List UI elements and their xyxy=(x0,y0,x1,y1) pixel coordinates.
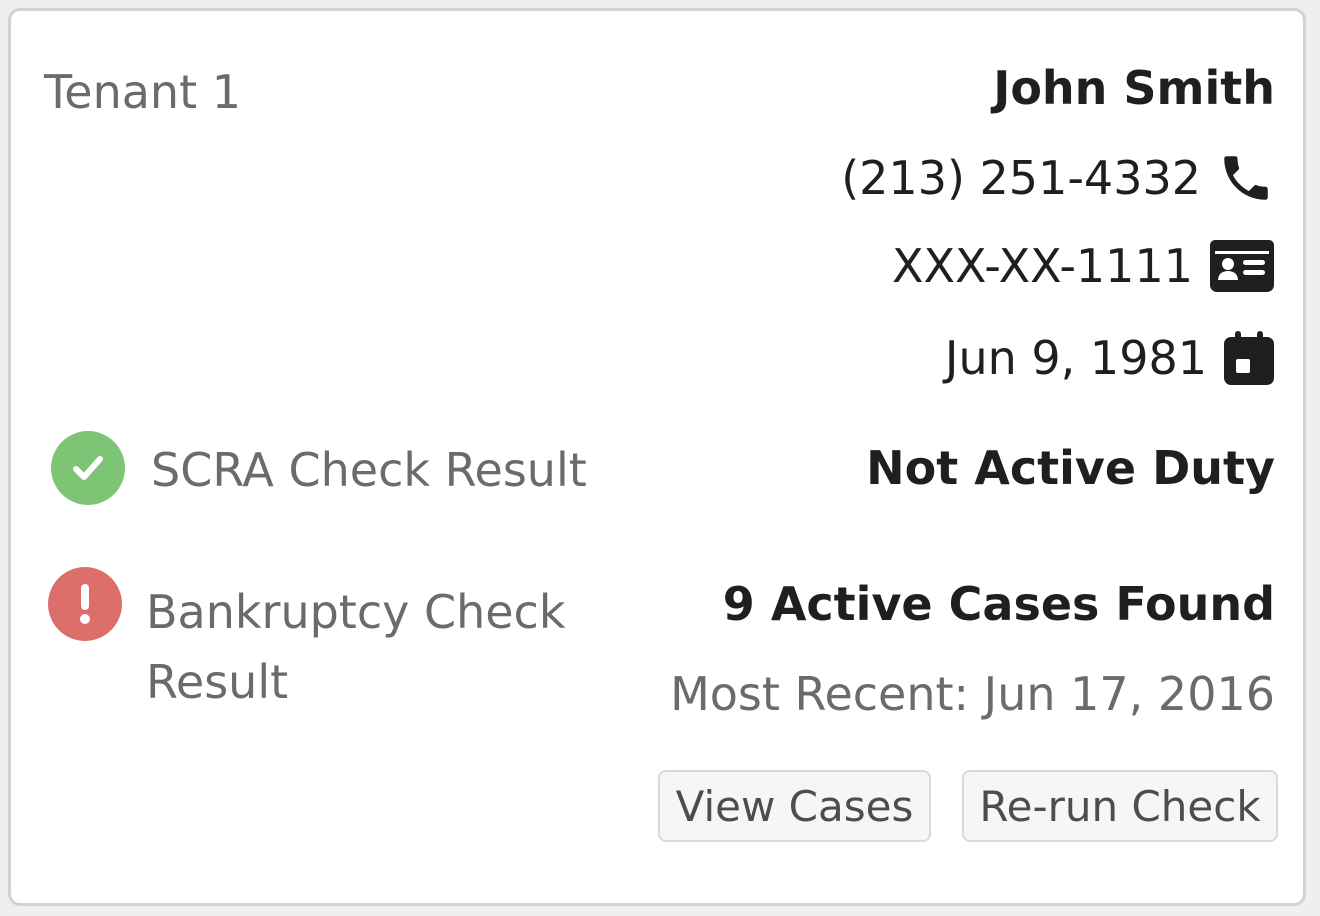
scra-result-row: Not Active Duty xyxy=(866,441,1275,495)
tenant-name-row: John Smith xyxy=(993,61,1275,115)
bankruptcy-result: 9 Active Cases Found xyxy=(722,577,1275,631)
ssn-row: XXX-XX-1111 xyxy=(892,239,1275,293)
exclamation-circle-icon xyxy=(48,567,122,641)
ssn-value: XXX-XX-1111 xyxy=(892,239,1193,293)
id-card-icon xyxy=(1209,239,1275,293)
tenant-name: John Smith xyxy=(993,61,1275,115)
bankruptcy-label-line1: Bankruptcy Check xyxy=(146,585,566,639)
bankruptcy-label: Bankruptcy Check Result xyxy=(146,577,565,717)
bankruptcy-label-line2: Result xyxy=(146,655,289,709)
check-circle-icon xyxy=(51,431,125,505)
scra-result: Not Active Duty xyxy=(866,441,1275,495)
most-recent-row: Most Recent: Jun 17, 2016 xyxy=(670,667,1275,721)
rerun-check-button[interactable]: Re-run Check xyxy=(962,770,1278,842)
view-cases-button[interactable]: View Cases xyxy=(658,770,931,842)
phone-number: (213) 251-4332 xyxy=(841,151,1201,205)
dob-row: Jun 9, 1981 xyxy=(945,329,1275,387)
tenant-card: Tenant 1 John Smith (213) 251-4332 XXX-X… xyxy=(8,8,1306,906)
dob-value: Jun 9, 1981 xyxy=(944,331,1207,385)
most-recent: Most Recent: Jun 17, 2016 xyxy=(670,667,1275,721)
bankruptcy-result-row: 9 Active Cases Found xyxy=(723,577,1275,631)
phone-row: (213) 251-4332 xyxy=(841,149,1275,207)
phone-icon xyxy=(1217,149,1275,207)
scra-label: SCRA Check Result xyxy=(151,443,587,497)
tenant-label: Tenant 1 xyxy=(44,65,242,119)
calendar-icon xyxy=(1223,329,1275,387)
